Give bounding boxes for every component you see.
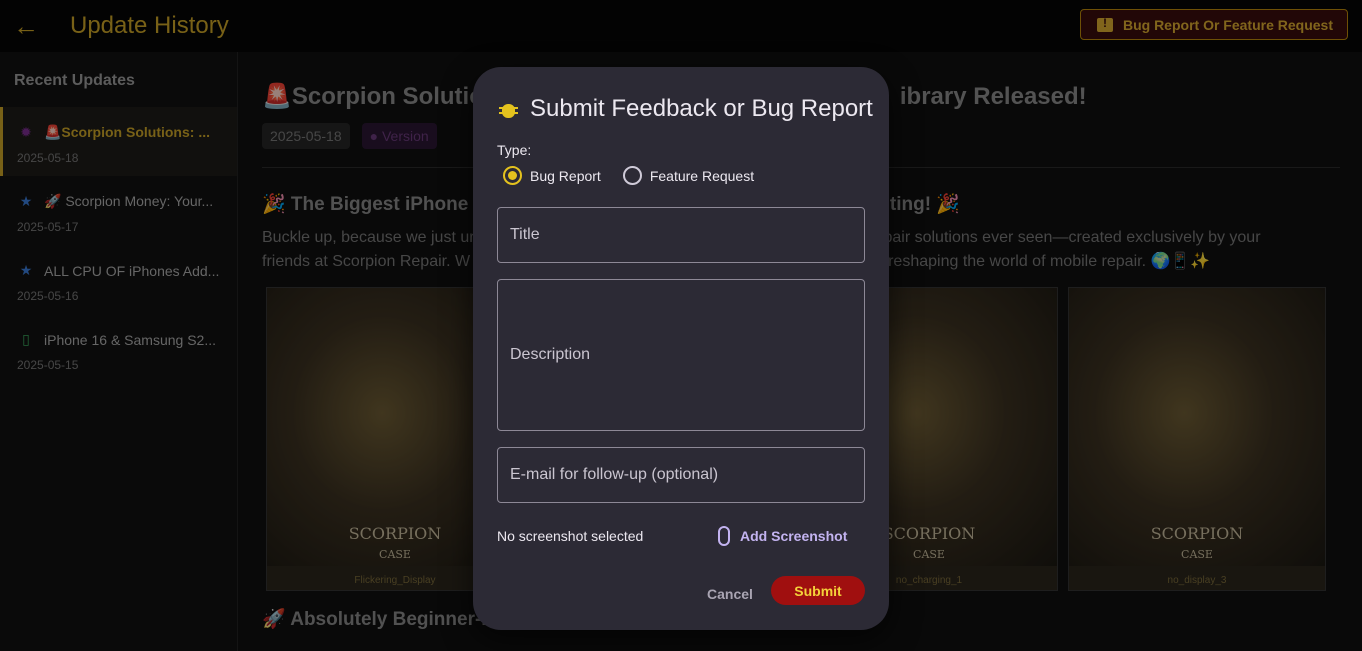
radio-label: Feature Request: [649, 167, 755, 184]
title-placeholder: Title: [510, 226, 540, 243]
email-placeholder: E-mail for follow-up (optional): [510, 466, 719, 483]
description-placeholder: Description: [510, 346, 591, 363]
radio-bug-report[interactable]: Bug Report: [503, 166, 601, 185]
dialog-title: Submit Feedback or Bug Report: [530, 95, 873, 122]
submit-button[interactable]: Submit: [771, 576, 865, 605]
radio-label: Bug Report: [530, 167, 601, 184]
radio-button-selected[interactable]: [503, 166, 522, 185]
feedback-dialog: Submit Feedback or Bug Report Type: Bug …: [473, 67, 889, 630]
add-screenshot-button[interactable]: Add Screenshot: [718, 523, 847, 549]
description-textarea[interactable]: Description: [497, 279, 865, 431]
bug-icon: [499, 100, 518, 119]
type-radio-group: Bug Report Feature Request: [503, 166, 776, 185]
screenshot-status: No screenshot selected: [497, 528, 644, 544]
cancel-button[interactable]: Cancel: [702, 579, 758, 609]
radio-button[interactable]: [622, 166, 642, 185]
title-input[interactable]: Title: [497, 207, 865, 263]
add-screenshot-label: Add Screenshot: [740, 528, 848, 544]
paperclip-icon: [718, 526, 730, 546]
radio-feature-request[interactable]: Feature Request: [622, 166, 755, 185]
email-input[interactable]: E-mail for follow-up (optional): [497, 447, 865, 503]
type-label: Type:: [497, 142, 532, 158]
